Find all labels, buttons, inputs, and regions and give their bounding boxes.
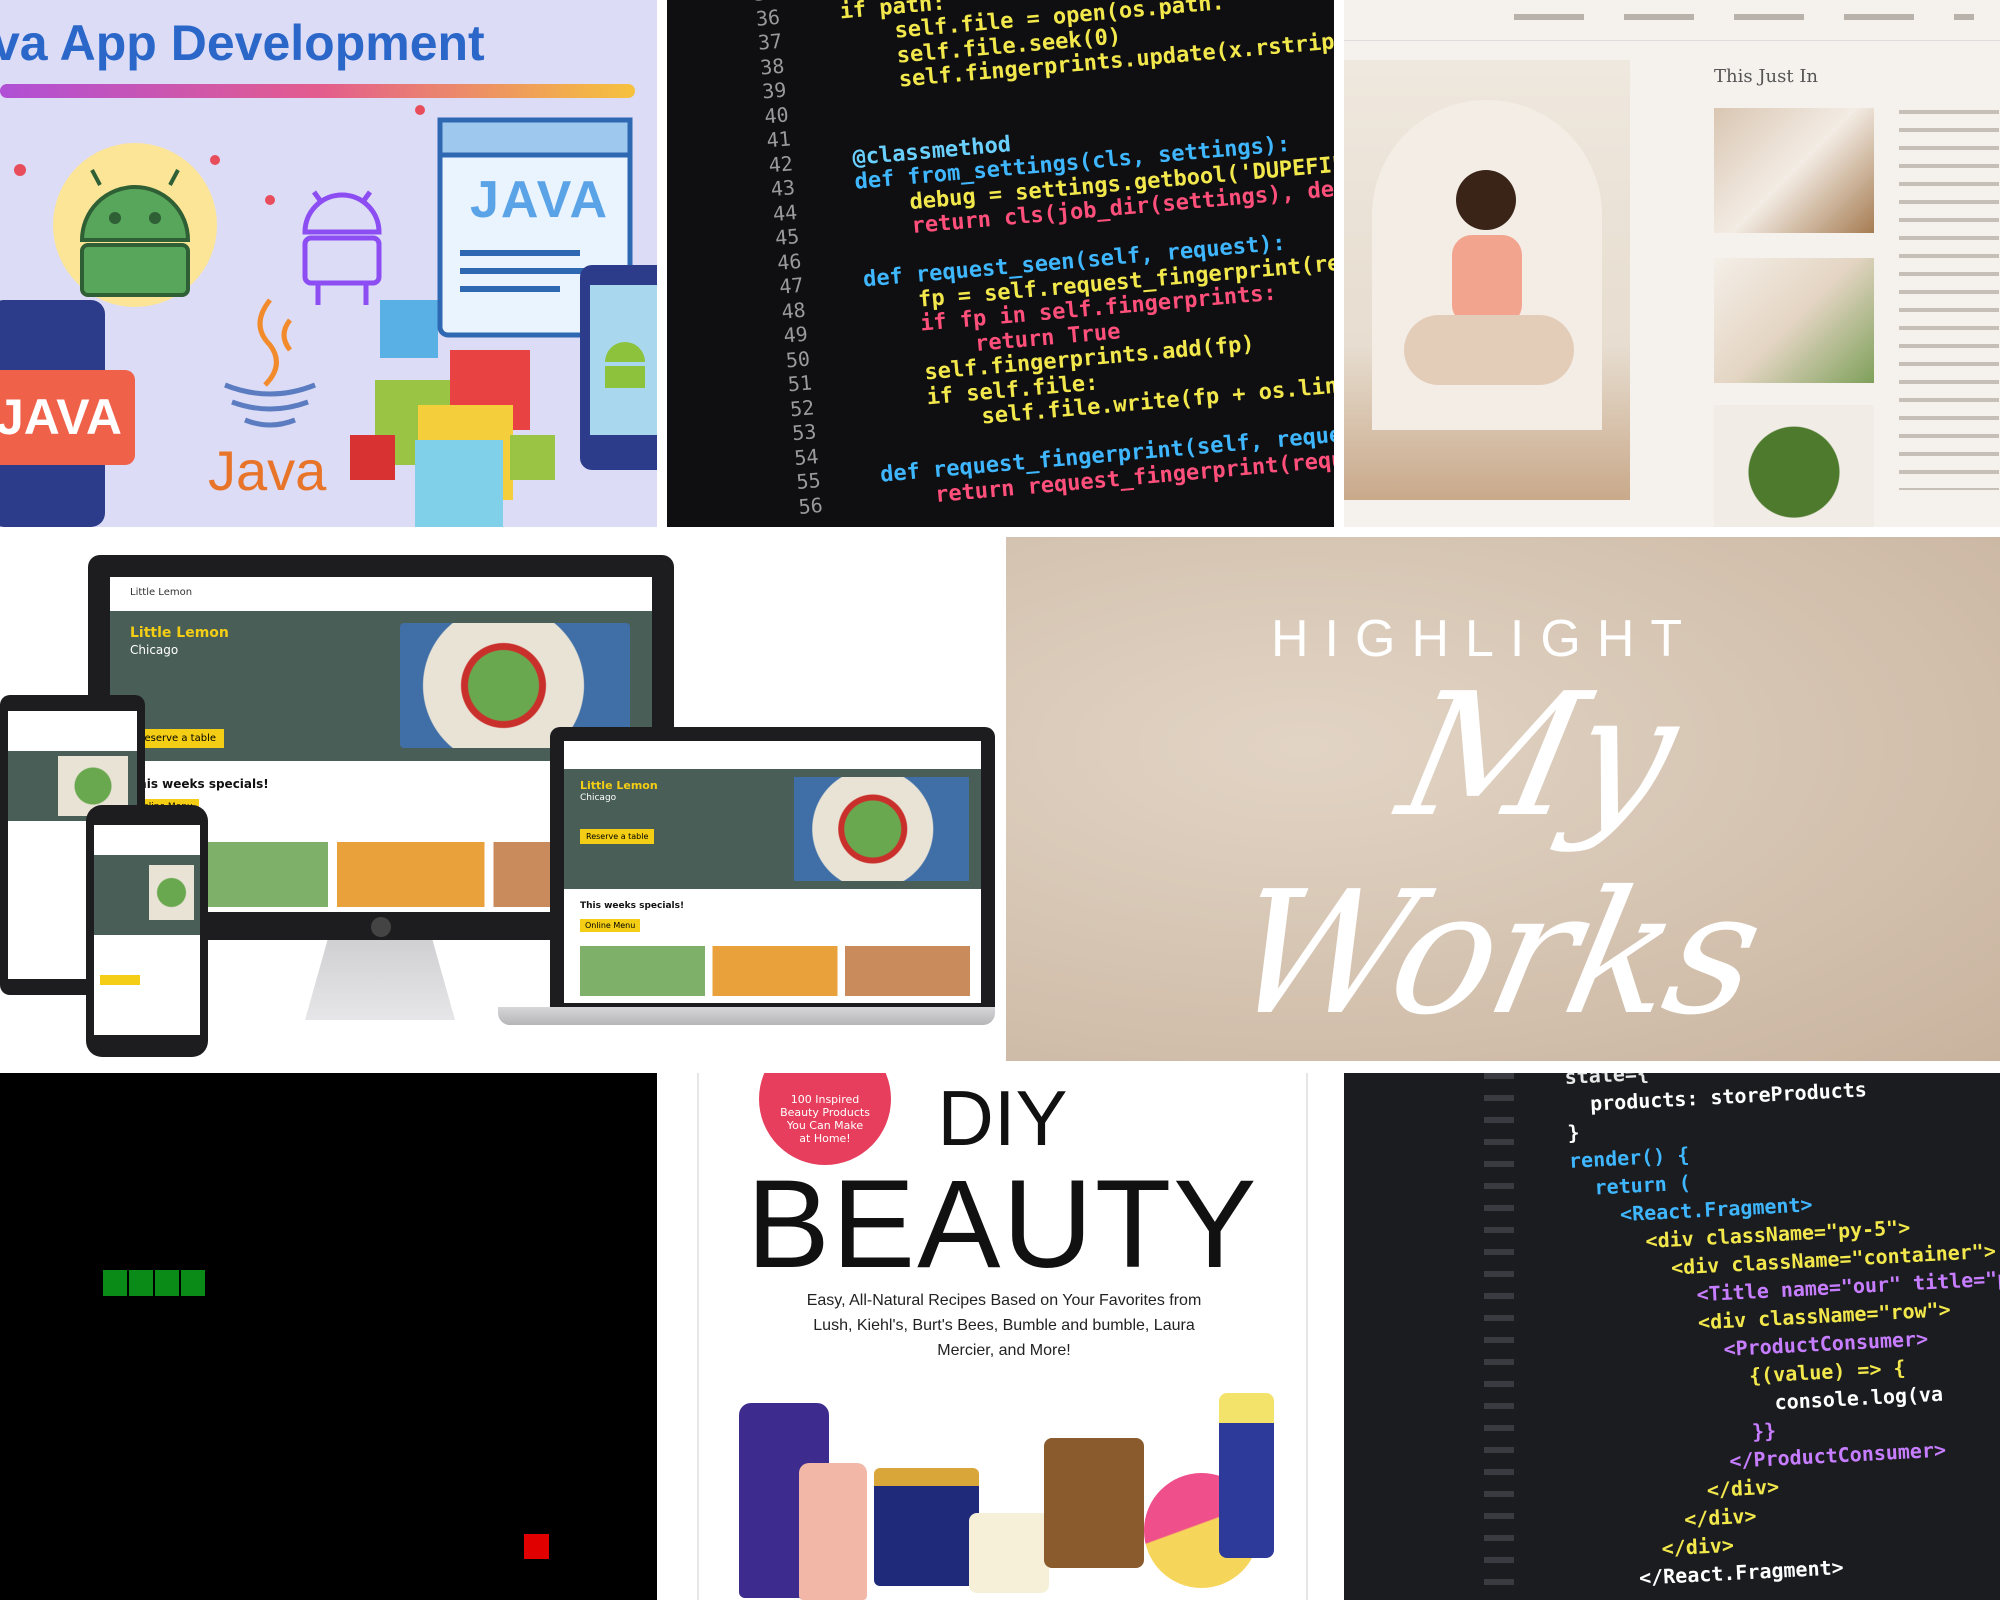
laptop-frame: Little Lemon Chicago Reserve a table Thi…: [550, 727, 995, 1007]
yoga-photo: [1344, 60, 1630, 500]
laptop-base: [498, 1007, 995, 1025]
android-badge-icon: [53, 143, 217, 307]
react-line-gutter: [1484, 1073, 1514, 1600]
blog-nav: [1344, 0, 2000, 41]
react-code-line: }: [1566, 1120, 1581, 1145]
react-code-line: return (: [1569, 1170, 1692, 1201]
android-outline-icon: [302, 190, 382, 305]
imac-brand: Little Lemon: [130, 587, 193, 598]
phone-frame: [86, 805, 208, 1057]
imac-specials: This weeks specials!: [130, 777, 269, 791]
laptop-hero-title: Little Lemon: [580, 779, 658, 792]
book-cover: 100 Inspired Beauty Products You Can Mak…: [697, 1073, 1308, 1600]
book-title-top: DIY: [937, 1074, 1068, 1162]
laptop-cta: Reserve a table: [580, 829, 655, 844]
blog-section-title: This Just In: [1714, 66, 1819, 87]
java-app-development-tile[interactable]: va App Development JAVA JAVA Java: [0, 0, 657, 527]
book-subtitle: Easy, All-Natural Recipes Based on Your …: [806, 1292, 1202, 1359]
body-scrub-jar: [1044, 1438, 1144, 1568]
blog-text-lines: [1899, 110, 1999, 490]
java-logo-text: Java: [208, 439, 327, 502]
laptop-hero-subtitle: Chicago: [580, 793, 617, 803]
website-mockup-tile[interactable]: Little Lemon Little Lemon Chicago Reserv…: [0, 537, 995, 1070]
line-number: 56: [797, 492, 824, 519]
diy-beauty-book-tile[interactable]: 100 Inspired Beauty Products You Can Mak…: [667, 1073, 1334, 1600]
snake-body: [103, 1270, 207, 1296]
spray-bottle-pink: [799, 1463, 867, 1600]
wellness-blog-tile[interactable]: This Just In: [1344, 0, 2000, 527]
laptop-specials: This weeks specials!: [580, 901, 685, 911]
blog-thumb-1: [1714, 108, 1874, 233]
imac-hero-subtitle: Chicago: [130, 643, 179, 657]
react-code-line: render() {: [1568, 1142, 1690, 1173]
book-title-main: BEAUTY: [746, 1155, 1259, 1294]
highlight-my-works-tile[interactable]: HIGHLIGHT My Works: [1006, 537, 2000, 1061]
imac-stand: [305, 940, 455, 1020]
react-code-line: </div>: [1587, 1503, 1758, 1537]
snake-food: [524, 1534, 549, 1559]
java-illustration: [0, 105, 657, 527]
code-block: 35self.logger = logging.36if path:37 sel…: [707, 0, 1334, 527]
react-code-line: state={: [1564, 1073, 1650, 1089]
react-code-line: </div>: [1588, 1532, 1735, 1565]
phone-java-label: JAVA: [0, 389, 122, 445]
imac-hero-title: Little Lemon: [130, 625, 229, 641]
react-code-tile[interactable]: state={ products: storeProducts} render()…: [1344, 1073, 2000, 1600]
java-cup-icon: [224, 298, 316, 428]
heal-balm-stick: [1219, 1393, 1274, 1558]
lip-mask-jar: [969, 1513, 1049, 1593]
folder-java-label: JAVA: [470, 171, 609, 229]
python-code-tile[interactable]: 35self.logger = logging.36if path:37 sel…: [667, 0, 1334, 527]
blog-thumb-3: [1714, 405, 1874, 527]
react-code-block: state={ products: storeProducts} render()…: [1564, 1073, 2000, 1600]
snake-game-tile[interactable]: [0, 1073, 657, 1600]
laptop-menu-btn: Online Menu: [580, 919, 641, 932]
my-works-script: My Works: [1215, 657, 1775, 1053]
spotless-gel-jar: [874, 1468, 979, 1586]
blog-thumb-2: [1714, 258, 1874, 383]
